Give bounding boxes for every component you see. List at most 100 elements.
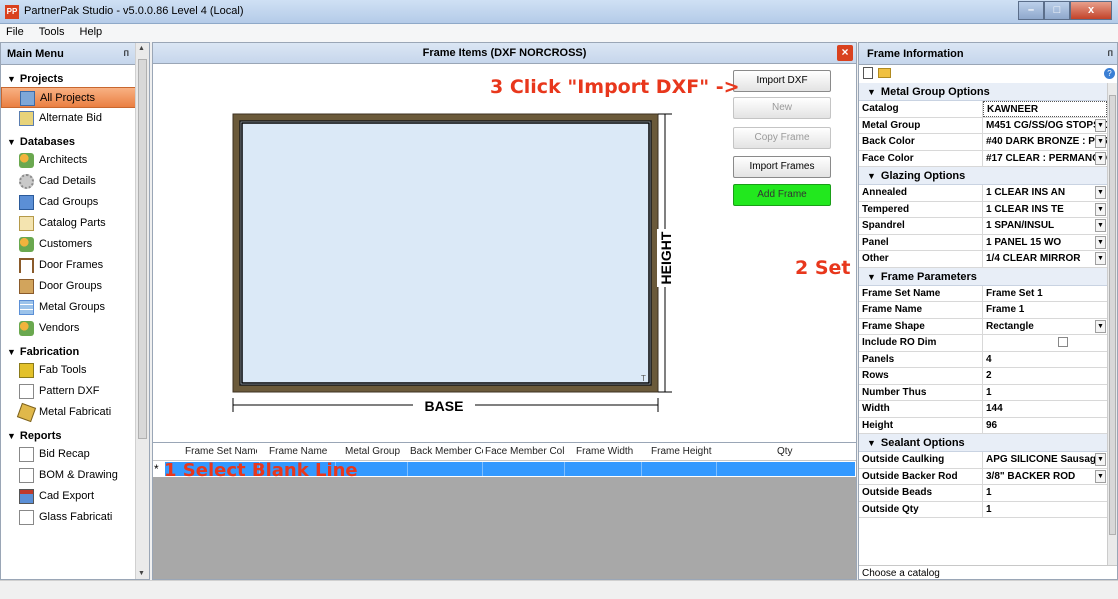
close-panel-button[interactable]: × [837,45,853,61]
menu-section-databases[interactable]: ▼ Databases [1,129,136,150]
close-window-button[interactable]: x [1070,1,1112,20]
property-value-field[interactable]: 1 CLEAR INS AN ▼ [983,185,1107,201]
dropdown-arrow-icon[interactable]: ▼ [1095,219,1106,232]
col-frame-name[interactable]: Frame Name [269,446,329,457]
property-value-field[interactable]: M451 CG/SS/OG STOPS D ▼ [983,118,1107,134]
property-value-field[interactable]: 1 [983,385,1107,401]
property-value-field[interactable]: #17 CLEAR : PERMANOD ▼ [983,151,1107,167]
collapse-arrow-icon[interactable]: ▼ [867,87,876,97]
property-value-field[interactable]: APG SILICONE Sausage ▼ [983,452,1107,468]
dropdown-arrow-icon[interactable]: ▼ [1095,469,1106,483]
open-folder-icon[interactable] [878,68,891,78]
dropdown-arrow-icon[interactable]: ▼ [1095,202,1106,216]
maximize-button[interactable]: □ [1044,1,1070,20]
menu-item-glass-fabricati[interactable]: Glass Fabricati [1,507,136,528]
import-dxf-button[interactable]: Import DXF [733,70,831,92]
scroll-thumb[interactable] [138,59,147,439]
include-ro-dim-checkbox[interactable] [1058,337,1068,347]
pin-icon[interactable]: ᴨ [124,48,129,59]
dropdown-arrow-icon[interactable]: ▼ [1095,118,1106,132]
menu-item-pattern-dxf[interactable]: Pattern DXF [1,381,136,402]
minimize-button[interactable]: – [1018,1,1044,20]
menu-item-cad-groups[interactable]: Cad Groups [1,192,136,213]
col-frame-set-name[interactable]: Frame Set Name [185,446,257,457]
collapse-arrow-icon[interactable]: ▼ [7,137,16,147]
new-button[interactable]: New [733,97,831,119]
dropdown-arrow-icon[interactable]: ▼ [1095,186,1106,199]
collapse-arrow-icon[interactable]: ▼ [7,347,16,357]
property-value-field[interactable]: Rectangle ▼ [983,319,1107,335]
property-value-field[interactable] [983,335,1107,351]
menu-item-all-projects[interactable]: All Projects [1,87,136,108]
menu-item-alternate-bid[interactable]: Alternate Bid [1,108,136,129]
property-group-glazing-options[interactable]: ▼ Glazing Options [859,167,1107,185]
dropdown-arrow-icon[interactable]: ▼ [1095,135,1106,148]
collapse-arrow-icon[interactable]: ▼ [867,438,876,448]
menu-item-fab-tools[interactable]: Fab Tools [1,360,136,381]
scroll-up-icon[interactable]: ▲ [138,45,145,52]
property-value-field[interactable]: #40 DARK BRONZE : PER ▼ [983,134,1107,150]
menu-tools[interactable]: Tools [33,24,71,38]
property-value-field[interactable]: KAWNEER [983,101,1107,117]
menu-section-reports[interactable]: ▼ Reports [1,423,136,444]
property-value-field[interactable]: 144 [983,401,1107,417]
menu-file[interactable]: File [0,24,30,38]
col-face-member-color[interactable]: Face Member Colo [485,446,565,457]
property-value-field[interactable]: 4 [983,352,1107,368]
property-value-field[interactable]: 1 [983,485,1107,501]
property-value-field[interactable]: 2 [983,368,1107,384]
col-qty[interactable]: Qty [777,446,807,457]
pin-icon[interactable]: ᴨ [1108,48,1113,59]
menu-section-fabrication[interactable]: ▼ Fabrication [1,339,136,360]
property-value-field[interactable]: 3/8" BACKER ROD ▼ [983,469,1107,485]
property-value-field[interactable]: 1 PANEL 15 WO ▼ [983,235,1107,251]
col-frame-width[interactable]: Frame Width [576,446,636,457]
property-group-metal-group-options[interactable]: ▼ Metal Group Options [859,83,1107,101]
collapse-arrow-icon[interactable]: ▼ [7,74,16,84]
dropdown-arrow-icon[interactable]: ▼ [1095,252,1106,265]
menu-item-customers[interactable]: Customers [1,234,136,255]
menu-item-catalog-parts[interactable]: Catalog Parts [1,213,136,234]
main-menu-scrollbar[interactable]: ▲ ▼ [135,43,149,579]
copy-frame-button[interactable]: Copy Frame [733,127,831,149]
import-frames-button[interactable]: Import Frames [733,156,831,178]
new-document-icon[interactable] [863,67,873,79]
collapse-arrow-icon[interactable]: ▼ [7,431,16,441]
property-value-field[interactable]: 1 CLEAR INS TE ▼ [983,202,1107,218]
menu-item-door-frames[interactable]: Door Frames [1,255,136,276]
menu-item-metal-fabricati[interactable]: Metal Fabricati [1,402,136,423]
help-icon[interactable]: ? [1104,68,1115,79]
property-group-frame-parameters[interactable]: ▼ Frame Parameters [859,267,1107,286]
property-value-field[interactable]: Frame 1 [983,302,1107,318]
col-frame-height[interactable]: Frame Height [651,446,717,457]
col-back-member-color[interactable]: Back Member Colo [410,446,483,457]
property-scrollbar[interactable] [1107,83,1117,565]
collapse-arrow-icon[interactable]: ▼ [867,171,876,181]
scroll-thumb[interactable] [1109,95,1116,535]
property-value-field[interactable]: 1/4 CLEAR MIRROR ▼ [983,251,1107,267]
property-value-field[interactable]: 1 [983,502,1107,518]
property-value-field[interactable]: Frame Set 1 [983,286,1107,302]
menu-item-vendors[interactable]: Vendors [1,318,136,339]
col-metal-group[interactable]: Metal Group [345,446,407,457]
property-group-sealant-options[interactable]: ▼ Sealant Options [859,434,1107,452]
add-frame-button[interactable]: Add Frame [733,184,831,206]
property-value-field[interactable]: 96 [983,418,1107,434]
dropdown-arrow-icon[interactable]: ▼ [1095,235,1106,249]
menu-help[interactable]: Help [74,24,109,38]
menu-item-bom-drawing[interactable]: BOM & Drawing [1,465,136,486]
dropdown-arrow-icon[interactable]: ▼ [1095,151,1106,165]
menu-section-projects[interactable]: ▼ Projects [1,66,136,87]
menu-item-cad-details[interactable]: Cad Details [1,171,136,192]
menu-item-bid-recap[interactable]: Bid Recap [1,444,136,465]
menu-item-metal-groups[interactable]: Metal Groups [1,297,136,318]
menu-item-architects[interactable]: Architects [1,150,136,171]
frame-information-panel: Frame Information ᴨ ? ▼ Metal Group Optio… [858,42,1118,580]
menu-item-door-groups[interactable]: Door Groups [1,276,136,297]
scroll-down-icon[interactable]: ▼ [138,570,145,577]
property-value-field[interactable]: 1 SPAN/INSUL ▼ [983,218,1107,234]
dropdown-arrow-icon[interactable]: ▼ [1095,453,1106,466]
menu-item-cad-export[interactable]: Cad Export [1,486,136,507]
dropdown-arrow-icon[interactable]: ▼ [1095,319,1106,333]
collapse-arrow-icon[interactable]: ▼ [867,272,876,282]
